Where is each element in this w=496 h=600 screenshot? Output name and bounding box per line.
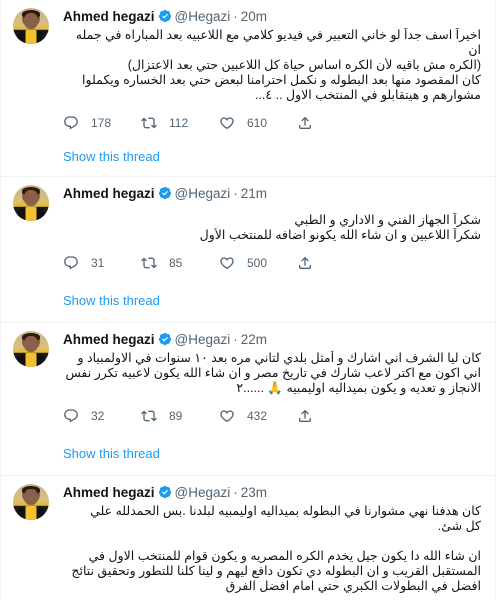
like-count: 500 [247,256,268,270]
like-count: 432 [247,409,268,423]
avatar[interactable] [13,484,49,520]
author-handle[interactable]: @Hegazi [175,332,231,347]
tweet-timestamp[interactable]: 22m [241,332,267,347]
avatar[interactable] [13,331,49,367]
tweet-body: Ahmed hegazi @Hegazi · 23m كان هدفنا نهي… [1,476,495,594]
author-name[interactable]: Ahmed hegazi [63,332,155,347]
heart-icon [220,117,234,130]
reply-icon [64,409,78,423]
tweet[interactable]: Ahmed hegazi @Hegazi · 22m كان ليا الشرف… [1,323,495,476]
like-button[interactable]: 500 [219,255,297,271]
retweet-count: 112 [169,116,189,130]
tweet-text-line: كان المقصود منها بعد البطوله و نكمل احتر… [82,73,481,87]
tweet-text-line: كان هدفنا نهي مشوارنا في البطوله بميدالي… [90,504,481,518]
tweet-timestamp[interactable]: 23m [241,485,267,500]
share-icon [299,409,311,422]
retweet-button[interactable]: 89 [141,408,219,424]
reply-count: 178 [91,116,112,130]
retweet-icon [141,117,157,129]
tweet[interactable]: Ahmed hegazi @Hegazi · 20m اخيراً اسف جد… [1,0,495,177]
tweet-body: Ahmed hegazi @Hegazi · 22m كان ليا الشرف… [1,323,495,432]
tweet-text-line: المستقبل القريب و ان البطوله دي تكون داف… [71,564,481,578]
retweet-button[interactable]: 85 [141,255,219,271]
reply-button[interactable]: 178 [63,115,141,131]
tweet-header: Ahmed hegazi @Hegazi · 21m [63,183,481,203]
share-button[interactable] [297,115,325,131]
verified-badge-icon [158,9,172,23]
tweet-header: Ahmed hegazi @Hegazi · 20m [63,6,481,26]
tweet-text: اخيراً اسف جداً لو خاني التعبير في فيديو… [63,28,481,103]
retweet-count: 85 [169,256,183,270]
tweet-thread-feed: Ahmed hegazi @Hegazi · 20m اخيراً اسف جد… [0,0,496,600]
tweet-text-line [63,534,481,549]
separator-dot: · [233,331,238,347]
tweet-body: Ahmed hegazi @Hegazi · 21m شكراً الجهاز … [1,177,495,279]
tweet-timestamp[interactable]: 21m [241,186,267,201]
author-handle[interactable]: @Hegazi [175,186,231,201]
verified-badge-icon [158,332,172,346]
show-thread-link[interactable]: Show this thread [1,139,495,176]
avatar[interactable] [13,185,49,221]
separator-dot: · [233,8,238,24]
tweet-text-line: ان [468,43,481,57]
like-button[interactable]: 610 [219,115,297,131]
retweet-count: 89 [169,409,183,423]
tweet[interactable]: Ahmed hegazi @Hegazi · 21m شكراً الجهاز … [1,177,495,323]
avatar[interactable] [13,8,49,44]
author-name[interactable]: Ahmed hegazi [63,485,155,500]
tweet-text: كان ليا الشرف اني اشارك و أمثل بلدي لتان… [63,351,482,396]
tweet[interactable]: Ahmed hegazi @Hegazi · 23m كان هدفنا نهي… [1,476,495,594]
reply-count: 31 [91,256,105,270]
tweet-body: Ahmed hegazi @Hegazi · 20m اخيراً اسف جد… [1,0,495,139]
verified-badge-icon [158,186,172,200]
tweet-text-line: افضل في البطولات الكبري حتي امام افضل ال… [225,579,481,593]
author-handle[interactable]: @Hegazi [175,9,231,24]
heart-icon [220,257,234,270]
retweet-button[interactable]: 112 [141,115,219,131]
separator-dot: · [233,484,238,500]
share-icon [299,116,311,129]
author-handle[interactable]: @Hegazi [175,485,231,500]
show-thread-link[interactable]: Show this thread [1,279,495,322]
retweet-icon [141,410,157,422]
tweet-text: كان هدفنا نهي مشوارنا في البطوله بميدالي… [63,504,481,594]
tweet-actions: 32 89 432 [63,400,481,432]
retweet-icon [141,257,157,269]
tweet-actions: 31 85 500 [63,247,481,279]
author-name[interactable]: Ahmed hegazi [63,186,155,201]
tweet-header: Ahmed hegazi @Hegazi · 23m [63,482,481,502]
tweet-header: Ahmed hegazi @Hegazi · 22m [63,329,481,349]
reply-button[interactable]: 31 [63,255,141,271]
tweet-text-line: كل شئ. [437,519,481,533]
like-count: 610 [247,116,268,130]
like-button[interactable]: 432 [219,408,297,424]
share-button[interactable] [297,255,325,271]
author-name[interactable]: Ahmed hegazi [63,9,155,24]
tweet-text-line: شكراً اللاعبين و ان شاء الله يكونو اضافه… [199,228,481,242]
heart-icon [220,410,234,423]
tweet-text-line: ان شاء الله دا يكون جيل يخدم الكره المصر… [88,549,481,563]
share-icon [299,256,311,269]
tweet-text-line: اخيراً اسف جداً لو خاني التعبير في فيديو… [75,28,481,42]
tweet-text-line: (الكره مش باقيه لأن الكره اساس حياة كل ا… [127,58,481,72]
tweet-timestamp[interactable]: 20m [241,9,267,24]
reply-button[interactable]: 32 [63,408,141,424]
separator-dot: · [233,185,238,201]
tweet-text-line: مشوارهم و هيتقابلو في المنتخب الاول .. ٤… [254,88,481,102]
tweet-text: شكراً الجهاز الفني و الاداري و الطبي شكر… [63,213,481,243]
share-button[interactable] [297,408,325,424]
reply-icon [64,256,78,270]
reply-count: 32 [91,409,105,423]
tweet-text-line: الانجاز و تعديه و يكون بميداليه اوليمبيه… [236,381,481,395]
show-thread-link[interactable]: Show this thread [1,432,495,475]
tweet-text-line: كان ليا الشرف اني اشارك و أمثل بلدي لتان… [77,351,481,365]
tweet-text-line: اني اكون مع اكتر لاعب شارك في تاريخ مصر … [65,366,482,380]
verified-badge-icon [158,485,172,499]
reply-icon [64,116,78,130]
tweet-actions: 178 112 610 [63,107,481,139]
tweet-text-line: شكراً الجهاز الفني و الاداري و الطبي [294,213,481,227]
